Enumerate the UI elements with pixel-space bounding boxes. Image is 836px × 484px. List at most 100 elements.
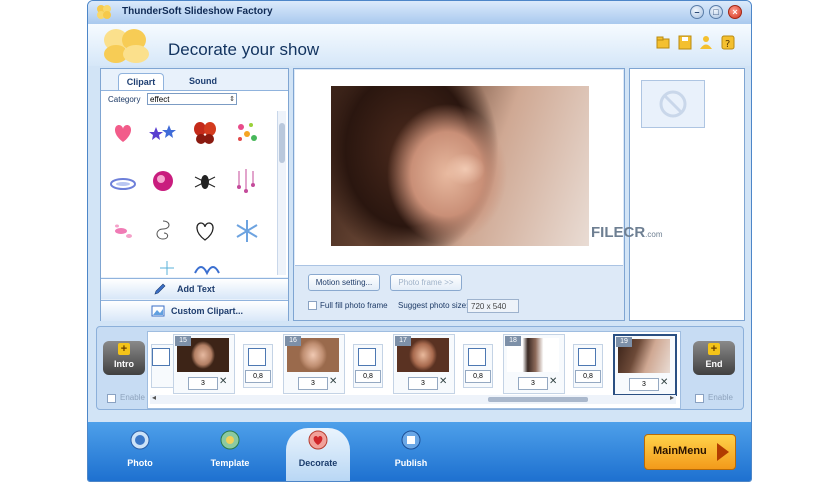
slide-duration[interactable]: 3 xyxy=(298,377,328,390)
end-button[interactable]: + End xyxy=(693,341,735,375)
category-row: Category effect ⇕ xyxy=(101,90,288,110)
decoration-list-panel xyxy=(629,68,745,321)
slide-duration[interactable]: 3 xyxy=(518,377,548,390)
lips-clipart[interactable] xyxy=(149,167,177,195)
transition-cell[interactable]: 0,8 xyxy=(243,344,273,388)
slide-frame[interactable]: 17 3 ✕ xyxy=(393,334,455,394)
stars-clipart[interactable] xyxy=(149,119,177,147)
heart-clipart[interactable] xyxy=(109,119,137,147)
transition-duration[interactable]: 0,8 xyxy=(245,370,271,383)
timeline-strip: 15 3 ✕ 0,8 16 3 ✕ 0,8 17 3 ✕ 0,8 18 3 ✕ … xyxy=(147,331,681,409)
butterfly-clipart[interactable] xyxy=(191,119,219,147)
slide-number: 16 xyxy=(285,336,301,346)
nav-publish[interactable]: Publish xyxy=(379,428,443,478)
main-menu-button[interactable]: MainMenu xyxy=(644,434,736,470)
motion-setting-button[interactable]: Motion setting... xyxy=(308,274,380,291)
user-icon[interactable] xyxy=(699,35,713,50)
ring-clipart[interactable] xyxy=(109,169,137,197)
storyboard-timeline: + Intro Enable 15 3 ✕ 0,8 16 3 ✕ 0,8 17 … xyxy=(96,326,744,410)
nav-photo[interactable]: Photo xyxy=(108,428,172,478)
intro-enable-checkbox[interactable] xyxy=(107,394,116,403)
wave-clipart[interactable] xyxy=(193,259,221,277)
snowflake-clipart[interactable] xyxy=(233,217,261,245)
heart-outline-clipart[interactable] xyxy=(191,217,219,245)
delete-slide-icon[interactable]: ✕ xyxy=(549,376,557,387)
help-icon[interactable]: ? xyxy=(721,35,735,50)
chevron-down-icon: ⇕ xyxy=(229,96,235,103)
slide-number: 15 xyxy=(175,336,191,346)
transition-duration[interactable]: 0,8 xyxy=(575,370,601,383)
preview-photo[interactable] xyxy=(331,86,589,246)
slide-frame-selected[interactable]: 19 3 ✕ xyxy=(613,334,677,396)
petals-clipart[interactable] xyxy=(109,217,137,245)
tab-clipart[interactable]: Clipart xyxy=(118,73,164,91)
page-title: Decorate your show xyxy=(168,40,320,59)
category-label: Category xyxy=(108,95,141,104)
scroll-right-icon[interactable]: ▸ xyxy=(670,393,674,402)
suggest-size-field: 720 x 540 xyxy=(467,299,519,313)
transition-duration[interactable]: 0,8 xyxy=(355,370,381,383)
clipart-grid xyxy=(101,109,288,277)
end-enable-checkbox[interactable] xyxy=(695,394,704,403)
swirl-clipart[interactable] xyxy=(149,217,177,245)
suggest-size-label: Suggest photo size: xyxy=(398,301,469,310)
clipart-scrollbar[interactable] xyxy=(277,111,286,275)
nav-template-label: Template xyxy=(210,458,250,468)
timeline-scrollbar[interactable]: ◂ ▸ xyxy=(150,393,676,404)
preview-panel: Motion setting... Photo frame >> Full fi… xyxy=(293,68,625,321)
transition-cell[interactable]: 0,8 xyxy=(353,344,383,388)
slide-frame[interactable]: 18 3 ✕ xyxy=(503,334,565,394)
folder-icon[interactable] xyxy=(656,35,670,50)
category-select[interactable]: effect ⇕ xyxy=(147,93,237,105)
scrollbar-thumb[interactable] xyxy=(279,123,285,163)
intro-enable-label: Enable xyxy=(120,393,145,402)
app-window: ThunderSoft Slideshow Factory – □ × Deco… xyxy=(87,0,752,482)
delete-slide-icon[interactable]: ✕ xyxy=(439,376,447,387)
watermark: FILECR.com xyxy=(591,224,663,241)
slide-duration[interactable]: 3 xyxy=(629,378,659,391)
bug-clipart[interactable] xyxy=(191,167,219,195)
nav-template[interactable]: Template xyxy=(198,428,262,478)
full-fill-checkbox[interactable] xyxy=(308,301,317,310)
delete-slide-icon[interactable]: ✕ xyxy=(219,376,227,387)
nav-decorate-label: Decorate xyxy=(298,458,338,468)
save-icon[interactable] xyxy=(678,35,692,50)
transition-icon xyxy=(358,348,376,366)
plus-icon: + xyxy=(708,343,720,355)
title-bar: ThunderSoft Slideshow Factory – □ × xyxy=(88,1,751,25)
custom-clipart-button[interactable]: Custom Clipart... xyxy=(101,300,288,321)
plus-icon: + xyxy=(118,343,130,355)
transition-cell[interactable]: 0,8 xyxy=(573,344,603,388)
no-decoration-thumbnail[interactable] xyxy=(641,80,705,128)
publish-icon xyxy=(401,430,421,450)
photo-frame-button[interactable]: Photo frame >> xyxy=(390,274,462,291)
intro-button[interactable]: + Intro xyxy=(103,341,145,375)
transition-duration[interactable]: 0,8 xyxy=(465,370,491,383)
main-menu-label: MainMenu xyxy=(653,445,707,457)
no-sign-icon xyxy=(659,90,687,118)
close-button[interactable]: × xyxy=(728,5,742,19)
transition-icon xyxy=(152,348,170,366)
drops-clipart[interactable] xyxy=(233,167,261,195)
confetti-clipart[interactable] xyxy=(233,119,261,147)
maximize-button[interactable]: □ xyxy=(709,5,723,19)
bottom-navigation: Photo Template Decorate Publish MainMenu xyxy=(88,422,751,481)
nav-publish-label: Publish xyxy=(394,458,428,468)
delete-slide-icon[interactable]: ✕ xyxy=(329,376,337,387)
slide-frame[interactable]: 15 3 ✕ xyxy=(173,334,235,394)
minimize-button[interactable]: – xyxy=(690,5,704,19)
delete-slide-icon[interactable]: ✕ xyxy=(660,377,668,388)
nav-decorate[interactable]: Decorate xyxy=(286,428,350,481)
clipart-panel: Clipart Sound Category effect ⇕ Add Text xyxy=(100,68,289,321)
pencil-icon xyxy=(154,283,166,295)
scroll-left-icon[interactable]: ◂ xyxy=(152,393,156,402)
add-text-button[interactable]: Add Text xyxy=(101,278,288,299)
slide-duration[interactable]: 3 xyxy=(408,377,438,390)
slide-duration[interactable]: 3 xyxy=(188,377,218,390)
tab-sound[interactable]: Sound xyxy=(181,73,225,90)
transition-cell[interactable]: 0,8 xyxy=(463,344,493,388)
sparkle-clipart[interactable] xyxy=(153,259,181,277)
clover-logo-icon xyxy=(104,29,149,63)
timeline-scrollbar-thumb[interactable] xyxy=(488,397,588,402)
slide-frame[interactable]: 16 3 ✕ xyxy=(283,334,345,394)
